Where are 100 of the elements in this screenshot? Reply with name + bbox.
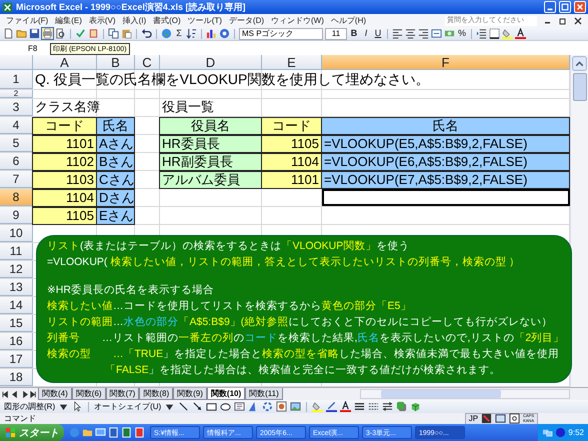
document-icon[interactable] — [108, 427, 119, 438]
row-header[interactable]: 7 — [0, 171, 33, 188]
spreadsheet-icon[interactable] — [121, 427, 132, 438]
fill-color-icon[interactable] — [502, 28, 513, 39]
row-header[interactable]: 15 — [0, 315, 33, 332]
save-icon[interactable] — [29, 28, 40, 39]
column-header[interactable]: C — [135, 55, 160, 70]
sort-ascending-icon[interactable] — [186, 28, 197, 39]
minimize-button[interactable] — [544, 1, 556, 13]
menu-item[interactable]: ヘルプ(H) — [330, 15, 366, 26]
row-header[interactable]: 18 — [0, 369, 33, 386]
font-name-field[interactable]: MS Pゴシック — [239, 28, 323, 40]
copy-icon[interactable] — [108, 28, 119, 39]
currency-icon[interactable] — [444, 28, 455, 39]
sheet-tab[interactable]: 関数(8) — [139, 388, 174, 400]
fill-color-icon[interactable] — [312, 401, 324, 412]
close-icon[interactable] — [574, 16, 582, 24]
align-left-icon[interactable] — [392, 28, 403, 39]
font-color-icon[interactable] — [340, 401, 352, 412]
sheet-tab[interactable]: 関数(9) — [173, 388, 207, 400]
row-header[interactable]: 1 — [0, 70, 33, 89]
menu-item[interactable]: ファイル(F) — [6, 15, 48, 26]
rectangle-icon[interactable] — [206, 401, 218, 412]
maximize-button[interactable] — [559, 1, 571, 13]
column-header[interactable]: A — [33, 55, 97, 70]
row-header[interactable]: 5 — [0, 135, 33, 152]
vertical-scrollbar[interactable] — [570, 55, 588, 387]
oval-icon[interactable] — [220, 401, 232, 412]
column-header[interactable]: D — [160, 55, 262, 70]
autoshapes-menu-button[interactable]: オートシェイプ(U) — [94, 401, 162, 412]
sheet-tab[interactable]: 関数(7) — [106, 388, 140, 400]
desktop-icon[interactable] — [95, 427, 106, 438]
menu-item[interactable]: 書式(O) — [153, 15, 181, 26]
network-icon[interactable] — [542, 427, 554, 438]
row-header[interactable]: 2 — [0, 90, 33, 98]
menu-item[interactable]: 挿入(I) — [122, 15, 146, 26]
text-box-icon[interactable] — [234, 401, 246, 412]
arrow-style-icon[interactable] — [382, 401, 394, 412]
indent-icon[interactable] — [476, 28, 487, 39]
dash-style-icon[interactable] — [368, 401, 380, 412]
align-right-icon[interactable] — [418, 28, 429, 39]
tab-navigation-icon[interactable] — [2, 390, 38, 398]
print-icon[interactable] — [42, 28, 53, 39]
autosum-button[interactable]: Σ — [174, 28, 184, 39]
menu-item[interactable]: 表示(V) — [88, 15, 116, 26]
row-header[interactable]: 4 — [0, 117, 33, 134]
menu-item[interactable]: 編集(E) — [55, 15, 82, 26]
chart-icon[interactable] — [206, 28, 217, 39]
line-icon[interactable] — [178, 401, 190, 412]
sheet-tab[interactable]: 関数(10) — [206, 388, 246, 400]
font-size-field[interactable]: 11 — [325, 28, 347, 40]
row-header[interactable]: 13 — [0, 279, 33, 296]
shadow-icon[interactable] — [396, 401, 408, 412]
sheet-tab[interactable]: 関数(4) — [38, 388, 72, 400]
sheet-tab[interactable]: 関数(11) — [245, 388, 283, 400]
column-header[interactable]: B — [97, 55, 135, 70]
line-style-icon[interactable] — [354, 401, 366, 412]
scroll-thumb[interactable] — [572, 73, 586, 101]
row-header[interactable]: 9 — [0, 207, 33, 224]
draw-menu-button[interactable]: 図形の調整(R) — [4, 401, 56, 412]
row-header[interactable]: 14 — [0, 297, 33, 314]
menu-item[interactable]: ウィンドウ(W) — [271, 15, 324, 26]
borders-icon[interactable] — [489, 28, 500, 39]
row-header[interactable]: 16 — [0, 333, 33, 350]
name-box[interactable]: F8 — [0, 44, 40, 52]
menu-item[interactable]: データ(D) — [228, 15, 264, 26]
underline-button[interactable]: U — [373, 28, 383, 39]
close-button[interactable] — [574, 1, 586, 13]
row-header[interactable]: 10 — [0, 225, 33, 242]
row-header[interactable]: 12 — [0, 261, 33, 278]
spellcheck-icon[interactable] — [75, 28, 86, 39]
folder-icon[interactable] — [82, 427, 93, 438]
picture-icon[interactable] — [290, 401, 302, 412]
horizontal-scrollbar[interactable] — [360, 389, 570, 399]
arrow-icon[interactable] — [192, 401, 204, 412]
slides-icon[interactable] — [134, 427, 145, 438]
sheet-tab[interactable]: 関数(6) — [72, 388, 106, 400]
pointer-icon[interactable] — [72, 401, 84, 412]
language-indicator[interactable]: JP — [468, 414, 478, 423]
help-icon[interactable] — [509, 413, 520, 424]
row-header[interactable]: 6 — [0, 153, 33, 170]
bold-button[interactable]: B — [349, 28, 359, 39]
row-header[interactable]: 17 — [0, 351, 33, 368]
merge-cells-icon[interactable] — [431, 28, 442, 39]
font-color-icon[interactable] — [515, 28, 526, 39]
row-header[interactable]: 11 — [0, 243, 33, 260]
restore-icon[interactable] — [559, 16, 567, 24]
3d-icon[interactable] — [410, 401, 422, 412]
print-preview-icon[interactable] — [55, 28, 66, 39]
menu-item[interactable]: ツール(T) — [188, 15, 222, 26]
row-header[interactable]: 3 — [0, 99, 33, 116]
line-color-icon[interactable] — [326, 401, 338, 412]
row-header[interactable]: 8 — [0, 189, 33, 206]
column-header[interactable]: F — [322, 55, 570, 70]
align-center-icon[interactable] — [405, 28, 416, 39]
paste-icon[interactable] — [121, 28, 132, 39]
italic-button[interactable]: I — [361, 28, 371, 39]
undo-icon[interactable] — [141, 28, 152, 39]
globe-icon[interactable] — [161, 28, 172, 39]
column-header[interactable]: E — [262, 55, 322, 70]
